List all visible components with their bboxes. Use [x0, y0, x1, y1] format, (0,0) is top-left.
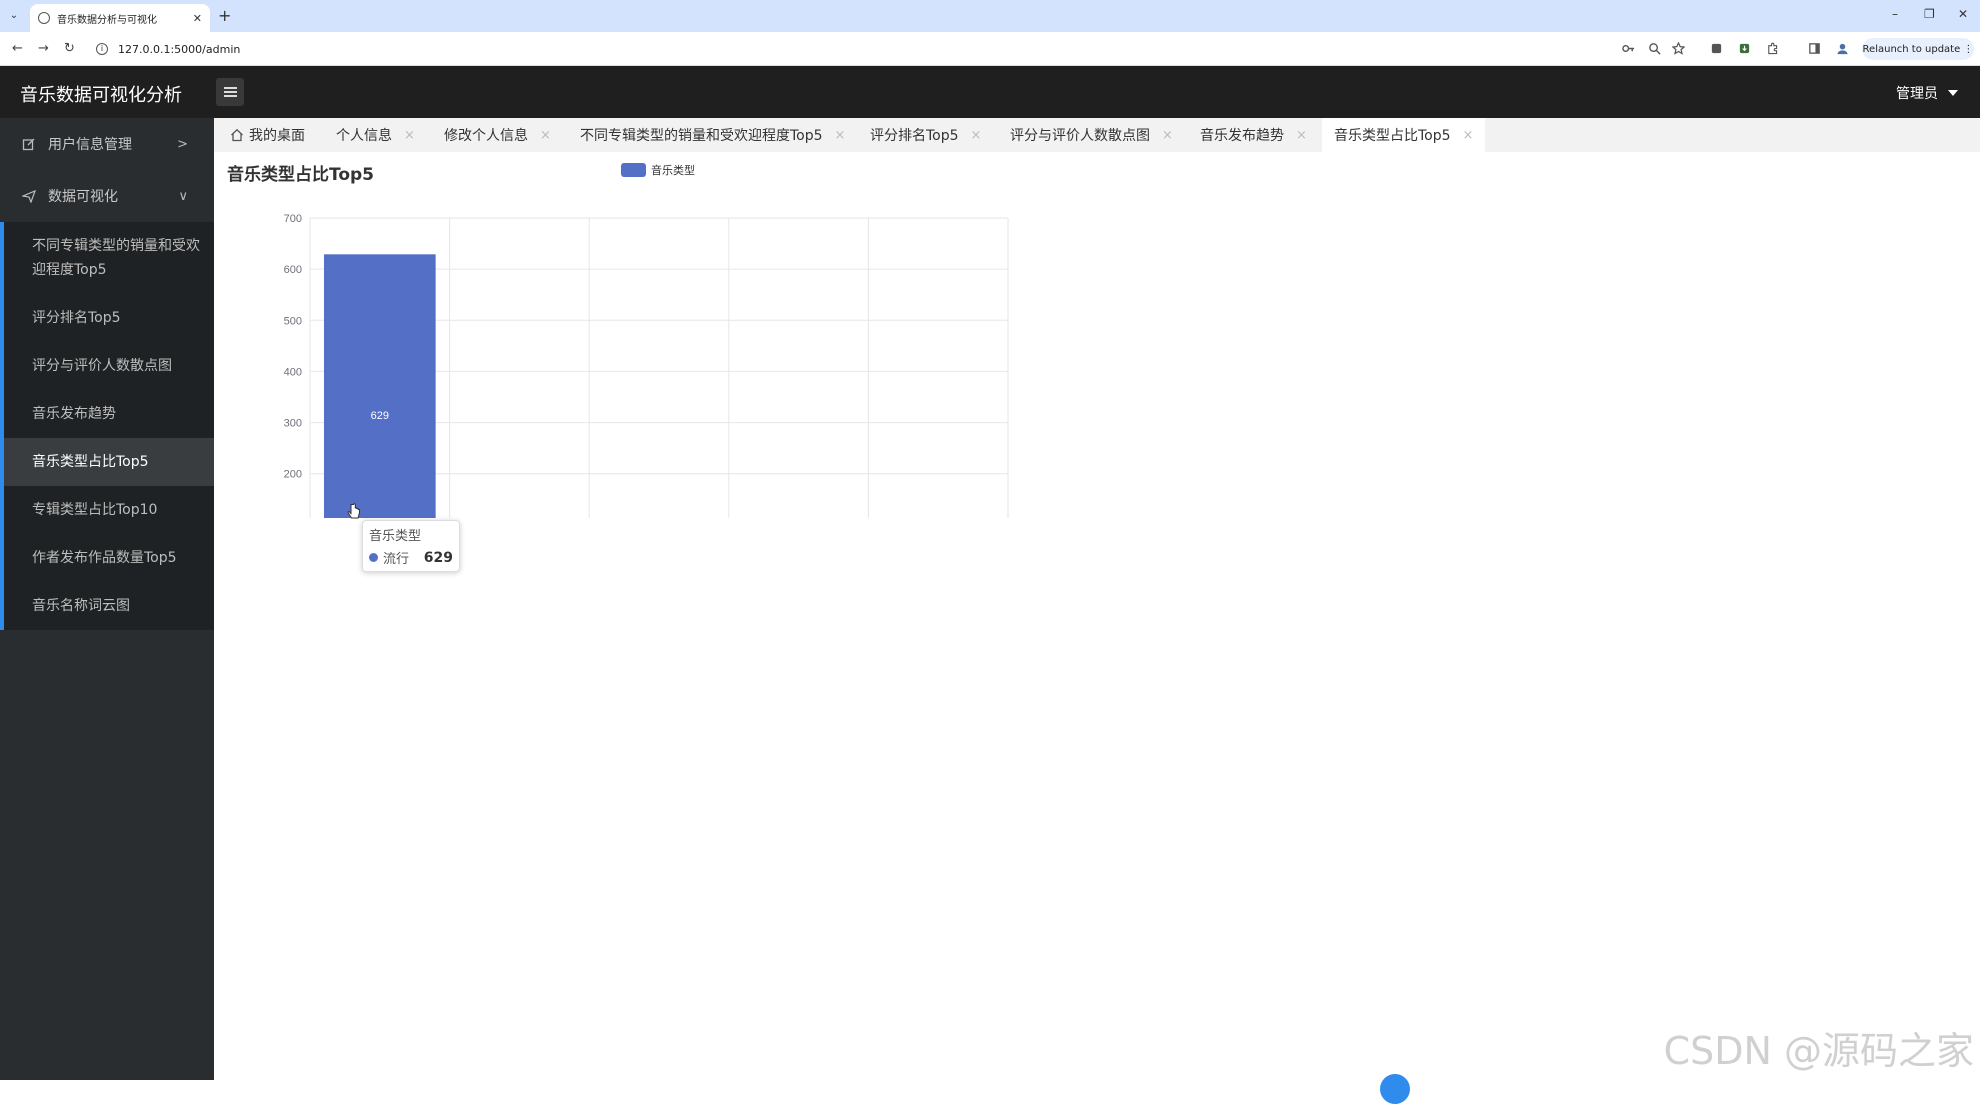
chevron-right-icon: >: [177, 136, 188, 152]
tab-label: 音乐发布趋势: [1200, 128, 1284, 144]
url-text: 127.0.0.1:5000/admin: [118, 42, 241, 56]
app-header: 音乐数据可视化分析 管理员: [0, 66, 1980, 118]
minimize-button[interactable]: –: [1892, 7, 1898, 21]
profile-avatar-icon[interactable]: [1836, 42, 1849, 55]
browser-tab[interactable]: 音乐数据分析与可视化 ✕: [30, 4, 210, 32]
relaunch-button[interactable]: Relaunch to update ⋮: [1862, 38, 1974, 60]
tab-close-icon[interactable]: ×: [1296, 128, 1307, 143]
sidebar-item-rating-rank[interactable]: 评分排名Top5: [4, 294, 214, 342]
tooltip-dot: [369, 553, 378, 562]
tab-close-icon[interactable]: ×: [1463, 128, 1474, 143]
paper-plane-icon: [22, 189, 36, 203]
hand-cursor-icon: [347, 503, 360, 519]
new-tab-button[interactable]: +: [218, 6, 231, 25]
y-tick-label: 200: [284, 469, 302, 481]
reload-icon[interactable]: ↻: [64, 41, 75, 56]
extension-icon[interactable]: [1710, 42, 1723, 55]
address-bar[interactable]: i 127.0.0.1:5000/admin: [96, 37, 1636, 61]
puzzle-icon[interactable]: [1766, 42, 1779, 55]
sidebar-item-author-works[interactable]: 作者发布作品数量Top5: [4, 534, 214, 582]
sidebar-group-label: 用户信息管理: [48, 137, 132, 153]
menu-toggle-button[interactable]: [216, 78, 244, 106]
window-close-button[interactable]: ✕: [1958, 7, 1968, 21]
sidebar-item-album-type-share[interactable]: 专辑类型占比Top10: [4, 486, 214, 534]
y-tick-label: 400: [284, 366, 302, 378]
forward-arrow-icon[interactable]: →: [38, 41, 49, 56]
download-extension-icon[interactable]: [1738, 42, 1751, 55]
back-arrow-icon[interactable]: ←: [12, 41, 23, 56]
sidebar: 用户信息管理 > 数据可视化 ∨ 不同专辑类型的销量和受欢迎程度Top5 评分排…: [0, 118, 214, 1080]
user-menu[interactable]: 管理员: [1896, 83, 1958, 103]
bookmark-star-icon[interactable]: [1672, 42, 1685, 55]
key-icon[interactable]: [1622, 42, 1635, 55]
zoom-icon[interactable]: [1648, 42, 1661, 55]
app-title: 音乐数据可视化分析: [20, 85, 182, 106]
browser-toolbar: ← → ↻ i 127.0.0.1:5000/admin Relaunch to…: [0, 32, 1980, 66]
tooltip-title: 音乐类型: [369, 529, 422, 544]
tab-close-icon[interactable]: ✕: [193, 12, 202, 25]
caret-down-icon: [1948, 90, 1958, 96]
site-info-icon[interactable]: i: [96, 43, 108, 55]
sidebar-item-album-sales[interactable]: 不同专辑类型的销量和受欢迎程度Top5: [4, 222, 214, 294]
floating-action-button[interactable]: [1380, 1074, 1410, 1104]
y-tick-label: 600: [284, 264, 302, 276]
sidebar-item-wordcloud[interactable]: 音乐名称词云图: [4, 582, 214, 630]
bar-chart: 0100200300400500600700629流行90摇滚86原声40民谣3…: [284, 213, 1009, 518]
tooltip-category: 流行: [383, 552, 410, 567]
tooltip-value: 629: [423, 549, 453, 566]
sidebar-group-visualization[interactable]: 数据可视化 ∨: [0, 170, 214, 222]
tab-label: 音乐类型占比Top5: [1334, 128, 1451, 144]
tab-genre-share[interactable]: 音乐类型占比Top5 ×: [1322, 118, 1486, 152]
user-name: 管理员: [1896, 86, 1938, 102]
tab-rating-scatter[interactable]: 评分与评价人数散点图 ×: [1010, 118, 1173, 152]
edit-icon: [22, 138, 35, 151]
sidebar-group-label: 数据可视化: [48, 189, 118, 205]
bar[interactable]: [323, 254, 436, 518]
tab-search-icon[interactable]: ⌄: [6, 8, 22, 24]
sidebar-item-release-trend[interactable]: 音乐发布趋势: [4, 390, 214, 438]
hamburger-icon: [223, 87, 237, 97]
tab-close-icon[interactable]: ×: [1162, 128, 1173, 143]
browser-tab-bar: ⌄ 音乐数据分析与可视化 ✕ + – ❐ ✕: [0, 0, 1980, 32]
globe-icon: [38, 12, 50, 24]
sidebar-item-genre-share[interactable]: 音乐类型占比Top5: [4, 438, 214, 486]
main-content: 我的桌面 个人信息 × 修改个人信息 × 不同专辑类型的销量和受欢迎程度Top5…: [214, 118, 1980, 1080]
sidebar-item-rating-scatter[interactable]: 评分与评价人数散点图: [4, 342, 214, 390]
browser-tab-title: 音乐数据分析与可视化: [57, 14, 157, 26]
chart-tooltip: 音乐类型 流行 629: [362, 520, 460, 572]
tab-label: 评分与评价人数散点图: [1010, 128, 1150, 144]
y-tick-label: 500: [284, 315, 302, 327]
sidebar-group-user-management[interactable]: 用户信息管理 >: [0, 118, 214, 170]
side-panel-icon[interactable]: [1808, 42, 1821, 55]
restore-button[interactable]: ❐: [1924, 7, 1935, 21]
y-tick-label: 300: [284, 418, 302, 430]
visualization-submenu: 不同专辑类型的销量和受欢迎程度Top5 评分排名Top5 评分与评价人数散点图 …: [0, 222, 214, 630]
y-tick-label: 700: [284, 213, 302, 225]
bar-value-label: 629: [371, 410, 389, 422]
tab-release-trend[interactable]: 音乐发布趋势 ×: [1200, 118, 1307, 152]
watermark: CSDN @源码之家: [1663, 1029, 1974, 1073]
chevron-down-icon: ∨: [178, 188, 188, 204]
